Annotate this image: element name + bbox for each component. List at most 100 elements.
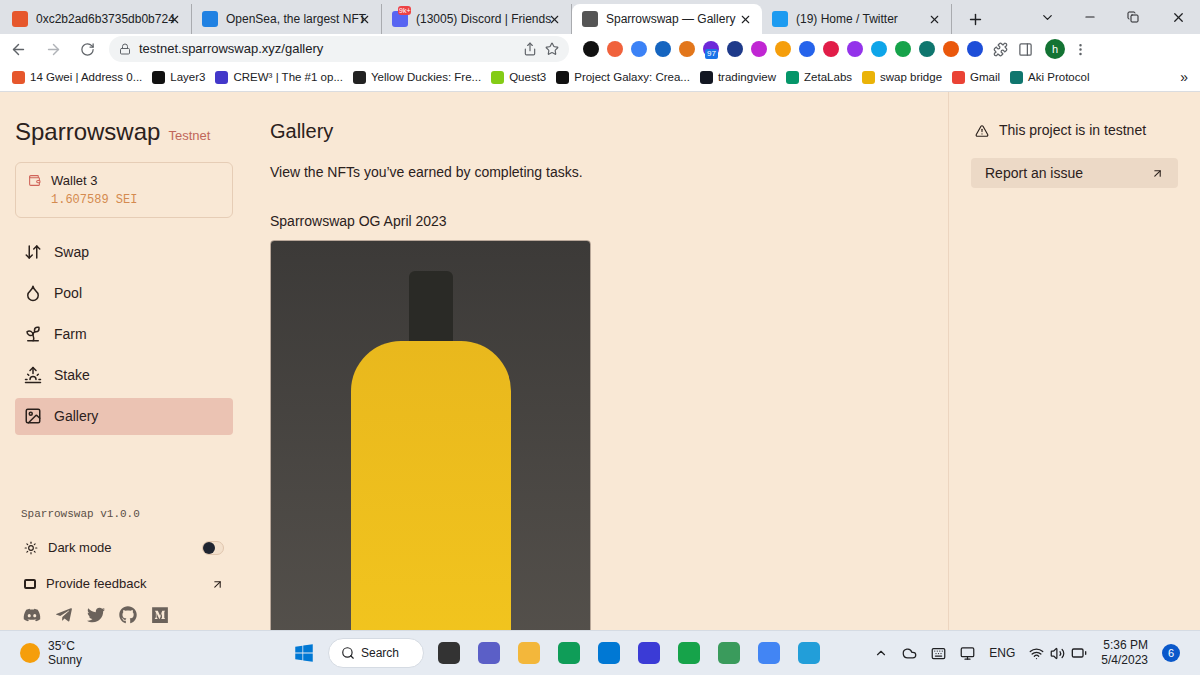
extension-icon[interactable] — [967, 41, 983, 57]
chevron-down-icon[interactable] — [1040, 10, 1055, 25]
clock[interactable]: 5:36 PM5/4/2023 — [1101, 638, 1148, 668]
close-icon[interactable] — [739, 13, 752, 26]
profile-avatar[interactable]: h — [1045, 39, 1065, 59]
wifi-icon[interactable] — [1029, 646, 1044, 661]
notification-badge[interactable]: 6 — [1162, 644, 1180, 662]
app-icon[interactable] — [438, 642, 460, 664]
taskbar-search[interactable]: Search — [328, 638, 424, 668]
reload-icon[interactable] — [80, 42, 95, 57]
twitter-icon[interactable] — [87, 606, 105, 624]
extension-icon[interactable] — [799, 41, 815, 57]
close-icon[interactable] — [358, 13, 371, 26]
discord-icon[interactable] — [23, 606, 41, 624]
sidebar-item[interactable]: Farm — [15, 316, 233, 353]
bookmark[interactable]: ZetaLabs — [782, 66, 856, 90]
nft-image[interactable] — [270, 240, 591, 630]
favicon-icon — [12, 11, 28, 27]
close-icon[interactable] — [168, 13, 181, 26]
bookmark[interactable]: Yellow Duckies: Fre... — [349, 66, 485, 90]
app-icon[interactable] — [678, 642, 700, 664]
menu-icon[interactable] — [1073, 42, 1088, 57]
extension-icon[interactable] — [751, 41, 767, 57]
weather-widget[interactable]: 35°CSunny — [20, 639, 280, 667]
app-icon[interactable] — [558, 642, 580, 664]
extensions: 97 — [583, 41, 983, 57]
bookmark[interactable]: CREW³ | The #1 op... — [211, 66, 347, 90]
browser-tab[interactable]: Sparrowswap — Gallery — [572, 4, 762, 34]
sidebar-item[interactable]: Swap — [15, 234, 233, 271]
puzzle-icon[interactable] — [993, 42, 1008, 57]
bookmark[interactable]: Quest3 — [487, 66, 550, 90]
sidebar-item[interactable]: Stake — [15, 357, 233, 394]
bookmark[interactable]: 14 Gwei | Address 0... — [8, 66, 146, 90]
app-icon[interactable] — [638, 642, 660, 664]
extension-icon[interactable] — [871, 41, 887, 57]
app-icon[interactable] — [598, 642, 620, 664]
version: Sparrowswap v1.0.0 — [15, 506, 233, 523]
bookmark-icon — [215, 71, 228, 84]
extension-icon[interactable] — [583, 41, 599, 57]
dark-mode-switch[interactable] — [202, 541, 224, 555]
social-links — [15, 606, 233, 624]
browser-tab[interactable]: (19) Home / Twitter — [762, 4, 952, 34]
extension-icon[interactable] — [823, 41, 839, 57]
windows-icon[interactable] — [294, 643, 314, 663]
github-icon[interactable] — [119, 606, 137, 624]
gallery: GalleryView the NFTs you’ve earned by co… — [248, 92, 948, 630]
extension-icon[interactable] — [727, 41, 743, 57]
telegram-icon[interactable] — [55, 606, 73, 624]
extension-icon[interactable] — [895, 41, 911, 57]
monitor-icon[interactable] — [960, 646, 975, 661]
cloud-icon[interactable] — [902, 646, 917, 661]
close-window-icon[interactable] — [1171, 10, 1186, 25]
minimize-icon[interactable] — [1083, 10, 1097, 24]
app-icon[interactable] — [758, 642, 780, 664]
extension-icon[interactable]: 97 — [703, 41, 719, 57]
share-icon[interactable] — [523, 42, 537, 56]
battery-icon[interactable] — [1071, 645, 1087, 661]
back-icon[interactable] — [10, 41, 27, 58]
bookmark[interactable]: swap bridge — [858, 66, 946, 90]
report-issue-button[interactable]: Report an issue — [971, 158, 1178, 188]
bookmark[interactable]: tradingview — [696, 66, 780, 90]
app-icon[interactable] — [518, 642, 540, 664]
restore-icon[interactable] — [1127, 11, 1139, 23]
tab-title: (13005) Discord | Friends — [416, 10, 540, 28]
browser-tab[interactable]: 9k+(13005) Discord | Friends — [382, 4, 572, 34]
droplet-icon — [24, 284, 42, 302]
app-icon[interactable] — [798, 642, 820, 664]
extension-icon[interactable] — [655, 41, 671, 57]
side-panel-icon[interactable] — [1018, 42, 1033, 57]
bookmark[interactable]: Project Galaxy: Crea... — [552, 66, 694, 90]
extension-icon[interactable] — [943, 41, 959, 57]
app-icon[interactable] — [478, 642, 500, 664]
keyboard-icon[interactable] — [931, 646, 946, 661]
close-icon[interactable] — [928, 13, 941, 26]
browser-tab[interactable]: OpenSea, the largest NFT — [192, 4, 382, 34]
bookmark[interactable]: Layer3 — [148, 66, 209, 90]
address-field[interactable]: testnet.sparrowswap.xyz/gallery — [109, 36, 569, 62]
feedback-link[interactable]: Provide feedback — [15, 572, 233, 596]
bookmark[interactable]: Gmail — [948, 66, 1004, 90]
chevron-up-icon[interactable] — [874, 646, 888, 660]
extension-icon[interactable] — [607, 41, 623, 57]
extension-icon[interactable] — [847, 41, 863, 57]
wallet-card[interactable]: Wallet 31.607589 SEI — [15, 162, 233, 218]
extension-icon[interactable] — [775, 41, 791, 57]
app-icon[interactable] — [718, 642, 740, 664]
extension-icon[interactable] — [679, 41, 695, 57]
extension-icon[interactable] — [631, 41, 647, 57]
sidebar-item[interactable]: Pool — [15, 275, 233, 312]
sidebar-item[interactable]: Gallery — [15, 398, 233, 435]
volume-icon[interactable] — [1050, 646, 1065, 661]
medium-icon[interactable] — [151, 606, 169, 624]
forward-icon[interactable] — [45, 41, 62, 58]
bookmark[interactable]: Aki Protocol — [1006, 66, 1093, 90]
star-icon[interactable] — [545, 42, 559, 56]
close-icon[interactable] — [548, 13, 561, 26]
bookmarks-more[interactable]: » — [1180, 67, 1192, 88]
browser-tab[interactable]: 0xc2b2ad6b3735db0b724 — [2, 4, 192, 34]
new-tab-button[interactable] — [958, 4, 992, 34]
extension-icon[interactable] — [919, 41, 935, 57]
language[interactable]: ENG — [989, 644, 1015, 662]
